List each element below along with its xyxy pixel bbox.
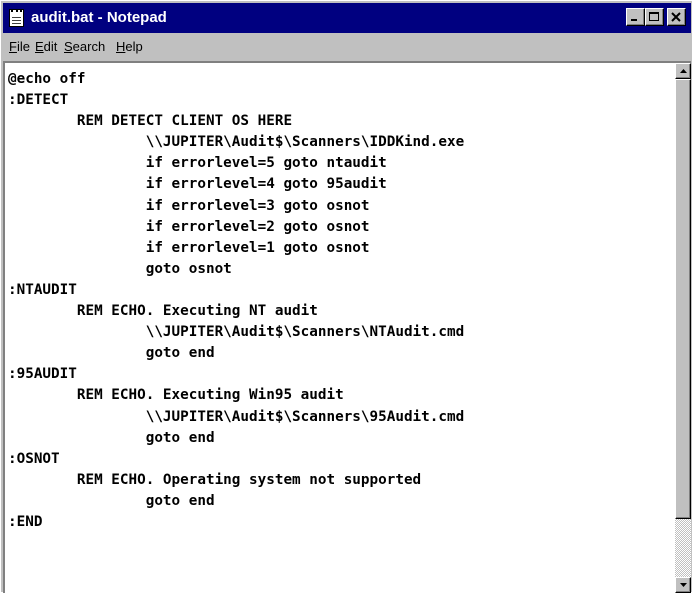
text-line: :DETECT: [8, 92, 69, 109]
vertical-scrollbar[interactable]: [675, 63, 691, 593]
text-line: :END: [8, 513, 43, 530]
text-line: goto end: [8, 429, 215, 446]
window-title: audit.bat - Notepad: [31, 9, 167, 26]
text-line: if errorlevel=4 goto 95audit: [8, 176, 387, 193]
text-line: :OSNOT: [8, 450, 60, 467]
scroll-down-button[interactable]: [675, 577, 691, 593]
title-bar[interactable]: audit.bat - Notepad: [3, 3, 691, 33]
text-line: REM DETECT CLIENT OS HERE: [8, 113, 293, 130]
text-line: :NTAUDIT: [8, 281, 77, 298]
document-text: @echo off :DETECT REM DETECT CLIENT OS HE…: [8, 69, 464, 533]
text-line: \\JUPITER\Audit$\Scanners\95Audit.cmd: [8, 408, 465, 425]
menu-bar: File Edit Search Help: [3, 35, 691, 59]
menu-edit[interactable]: Edit: [31, 37, 61, 57]
maximize-icon: [649, 12, 659, 21]
editor-frame: @echo off :DETECT REM DETECT CLIENT OS HE…: [3, 61, 691, 593]
text-line: goto end: [8, 492, 215, 509]
menu-help[interactable]: Help: [112, 37, 147, 57]
text-line: \\JUPITER\Audit$\Scanners\NTAudit.cmd: [8, 324, 465, 341]
arrow-up-icon: [680, 69, 687, 73]
arrow-down-icon: [680, 583, 687, 587]
text-line: REM ECHO. Executing NT audit: [8, 303, 318, 320]
text-line: :95AUDIT: [8, 366, 77, 383]
text-line: if errorlevel=3 goto osnot: [8, 197, 370, 214]
close-icon: [671, 12, 681, 22]
minimize-button[interactable]: [626, 8, 645, 26]
text-line: if errorlevel=1 goto osnot: [8, 239, 370, 256]
notepad-window: audit.bat - Notepad File Edit Search Hel…: [0, 0, 692, 593]
text-line: @echo off: [8, 71, 86, 87]
text-line: if errorlevel=2 goto osnot: [8, 218, 370, 235]
text-line: if errorlevel=5 goto ntaudit: [8, 155, 387, 172]
menu-file[interactable]: File: [5, 37, 34, 57]
scroll-up-button[interactable]: [675, 63, 691, 79]
text-line: REM ECHO. Operating system not supported: [8, 471, 422, 488]
text-line: goto osnot: [8, 260, 232, 277]
text-line: \\JUPITER\Audit$\Scanners\IDDKind.exe: [8, 134, 465, 151]
scroll-thumb[interactable]: [675, 79, 691, 519]
maximize-button[interactable]: [645, 8, 664, 26]
text-line: REM ECHO. Executing Win95 audit: [8, 387, 344, 404]
notepad-icon[interactable]: [9, 9, 24, 27]
menu-search[interactable]: Search: [60, 37, 109, 57]
close-button[interactable]: [667, 8, 686, 26]
minimize-icon: [631, 19, 637, 21]
text-editor[interactable]: @echo off :DETECT REM DETECT CLIENT OS HE…: [5, 63, 674, 593]
text-line: goto end: [8, 345, 215, 362]
